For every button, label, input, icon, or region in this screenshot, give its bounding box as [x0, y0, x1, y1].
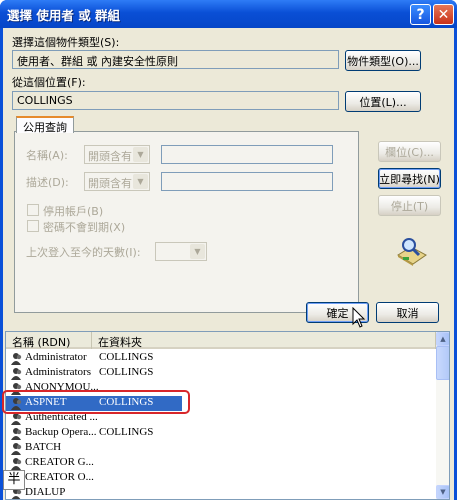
no-expire-password-checkbox[interactable] — [27, 220, 39, 232]
row-name: BATCH — [25, 441, 62, 453]
title-bar[interactable]: 選擇 使用者 或 群組 — [0, 0, 457, 28]
description-input[interactable] — [161, 172, 333, 191]
scroll-up-arrow-icon[interactable]: ▲ — [436, 332, 449, 346]
table-row[interactable]: BATCH — [6, 441, 436, 456]
results-header: 名稱 (RDN) 在資料夾 — [6, 332, 436, 349]
row-name: CREATOR O... — [25, 471, 94, 483]
table-row[interactable]: Administrators COLLINGS — [6, 366, 436, 381]
column-header-name[interactable]: 名稱 (RDN) — [6, 332, 92, 349]
vertical-scrollbar[interactable]: ▲ ▼ — [436, 332, 449, 499]
row-folder: COLLINGS — [99, 426, 154, 438]
no-expire-password-label: 密碼不會到期(X) — [43, 221, 126, 234]
location-label: 從這個位置(F): — [12, 76, 86, 89]
name-input[interactable] — [161, 145, 333, 164]
dialog-window: 選擇 使用者 或 群組 ? ✕ 選擇這個物件類型(S): 使用者、群組 或 內建… — [0, 0, 457, 500]
disabled-accounts-checkbox[interactable] — [27, 204, 39, 216]
user-icon — [11, 443, 22, 455]
tab-common-queries[interactable]: 公用查詢 — [16, 116, 74, 134]
name-operator-select[interactable]: 開頭含有 ▼ — [84, 145, 150, 164]
name-operator-value: 開頭含有 — [88, 150, 132, 163]
days-since-logon-select[interactable]: ▼ — [155, 242, 207, 261]
user-icon — [11, 368, 22, 380]
chevron-down-icon: ▼ — [133, 174, 148, 189]
scroll-down-arrow-icon[interactable]: ▼ — [436, 485, 449, 499]
object-types-button[interactable]: 物件類型(O)... — [345, 50, 421, 71]
window-title: 選擇 使用者 或 群組 — [7, 7, 121, 23]
days-since-logon-label: 上次登入至今的天數(I): — [26, 246, 141, 259]
close-button[interactable]: ✕ — [433, 4, 454, 25]
object-type-field: 使用者、群組 或 內建安全性原則 — [12, 50, 339, 69]
column-header-folder[interactable]: 在資料夾 — [92, 332, 436, 349]
scroll-thumb[interactable] — [436, 346, 449, 380]
find-now-button[interactable]: 立即尋找(N) — [378, 168, 441, 189]
search-results-list[interactable]: 名稱 (RDN) 在資料夾 Administrator COLLINGS Admin… — [5, 331, 450, 500]
locations-button[interactable]: 位置(L)... — [345, 91, 421, 112]
disabled-accounts-label: 停用帳戶(B) — [43, 205, 104, 218]
row-name: Administrators — [25, 366, 91, 378]
row-folder: COLLINGS — [99, 366, 154, 378]
row-name: Backup Opera... — [25, 426, 97, 438]
table-row[interactable]: CREATOR G... — [6, 456, 436, 471]
cancel-button[interactable]: 取消 — [376, 302, 439, 323]
mouse-cursor-icon — [352, 307, 366, 328]
description-label: 描述(D): — [26, 176, 69, 189]
user-icon — [11, 428, 22, 440]
row-name: Administrator — [25, 351, 87, 363]
common-queries-panel: 名稱(A): 開頭含有 ▼ 描述(D): 開頭含有 ▼ 停用帳戶(B) 密碼不會… — [14, 131, 359, 313]
location-field: COLLINGS — [12, 91, 339, 110]
row-folder: COLLINGS — [99, 351, 154, 363]
table-row[interactable]: Administrator COLLINGS — [6, 351, 436, 366]
stop-button[interactable]: 停止(T) — [378, 195, 441, 216]
ime-half-width-indicator[interactable]: 半 — [3, 470, 25, 490]
description-operator-value: 開頭含有 — [88, 177, 132, 190]
user-icon — [11, 353, 22, 365]
object-type-label: 選擇這個物件類型(S): — [12, 36, 120, 49]
table-row[interactable]: Backup Opera... COLLINGS — [6, 426, 436, 441]
table-row[interactable]: CREATOR O... — [6, 471, 436, 486]
user-icon — [11, 458, 22, 470]
description-operator-select[interactable]: 開頭含有 ▼ — [84, 172, 150, 191]
chevron-down-icon: ▼ — [190, 244, 205, 259]
highlight-annotation — [2, 390, 190, 414]
search-animation-icon — [397, 238, 427, 266]
row-name: CREATOR G... — [25, 456, 94, 468]
chevron-down-icon: ▼ — [133, 147, 148, 162]
table-row[interactable]: DIALUP — [6, 486, 436, 499]
help-button[interactable]: ? — [410, 4, 431, 25]
columns-button[interactable]: 欄位(C)... — [378, 141, 441, 162]
row-name: DIALUP — [25, 486, 66, 498]
name-label: 名稱(A): — [26, 149, 68, 162]
